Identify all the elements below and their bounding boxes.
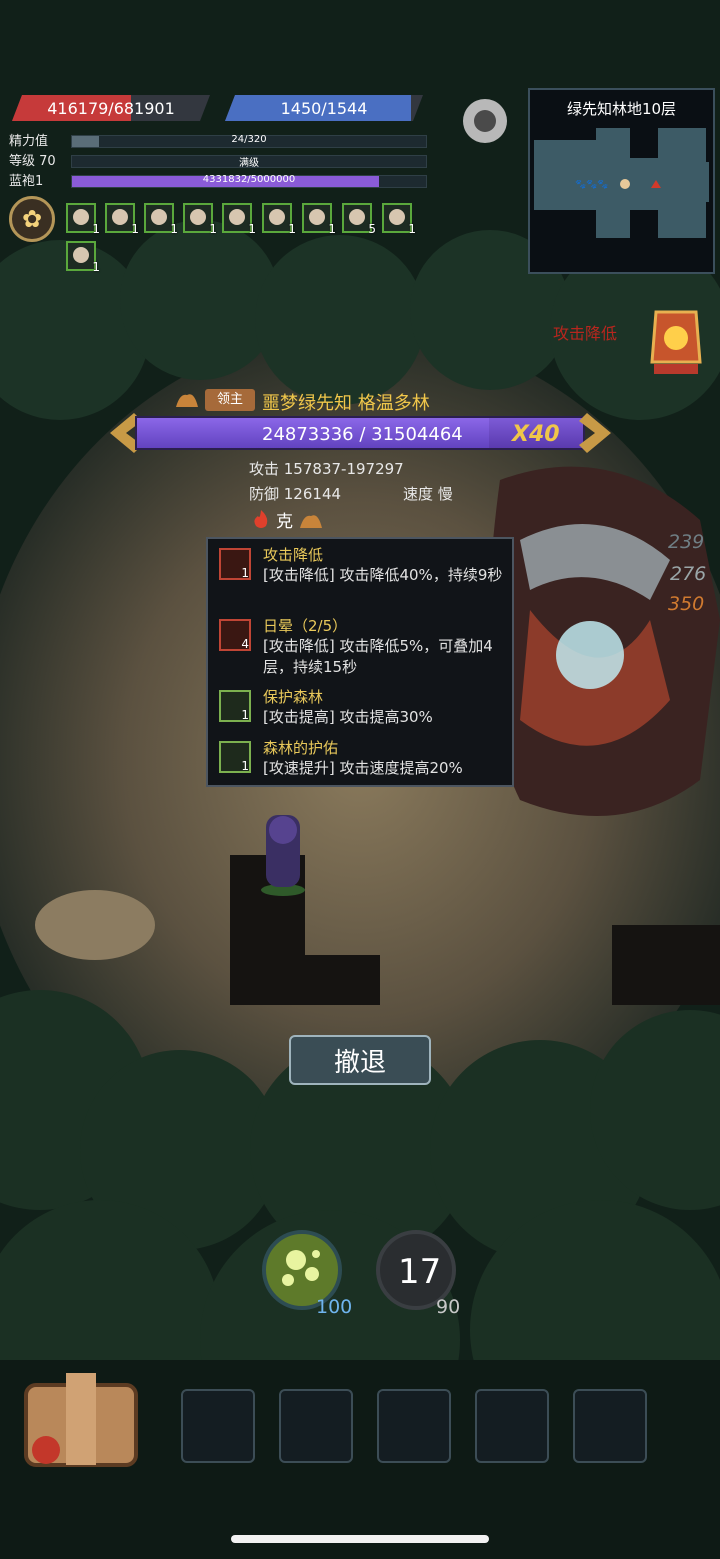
gear-emblem-icon[interactable] [458,93,512,149]
buff-title: 保护森林 [263,688,324,706]
energy-value: 24/320 [231,134,267,145]
star-medal-icon[interactable]: 1 [183,203,217,236]
buff-glyph [389,209,405,225]
level-bar: 满级 [71,155,427,169]
buff-count: 1 [288,222,296,236]
inventory-slot[interactable] [475,1389,549,1463]
buff-stack: 1 [241,708,249,722]
buff-glyph [190,209,206,225]
buff-title: 森林的护佑 [263,739,339,757]
boss-tag: 领主 [205,389,255,411]
sword-up-icon: 1 [219,690,251,722]
shield-cup-icon[interactable]: 1 [66,241,100,274]
star-medal-icon[interactable]: 1 [105,203,139,236]
backpack-icon[interactable] [16,1365,144,1475]
spore-skill-count: 100 [316,1296,353,1318]
boss-sprite [488,466,720,816]
buff-count: 1 [209,222,217,236]
buff-desc: [攻速提升] 攻击速度提高20% [263,759,463,777]
buff-count: 5 [368,222,376,236]
buff-count: 1 [248,222,256,236]
buff-count: 1 [92,222,100,236]
buff-glyph [112,209,128,225]
damage-number: 350 [668,593,705,615]
buff-desc: [攻击提高] 攻击提高30% [263,708,433,726]
buff-desc: [攻击降低] 攻击降低5%，可叠加4层，持续15秒 [263,637,493,676]
retreat-button[interactable]: 撤退 [289,1035,431,1085]
boss-defense: 防御 126144 [249,485,342,503]
inventory-slot[interactable] [279,1389,353,1463]
damage-number: 276 [670,563,707,585]
level-row: 等级 70 [9,151,56,169]
buff-glyph [349,209,365,225]
buff-stack: 1 [241,566,249,580]
mp-bar: 1450/1544 [225,95,423,121]
shield-skill-count: 90 [436,1296,461,1318]
boss-multiplier: X40 [512,422,560,447]
buff-glyph [73,209,89,225]
fire-element-icon [250,508,272,530]
attack-down-icon: 1 [219,548,251,580]
buff-glyph [269,209,285,225]
lantern-icon[interactable] [646,292,706,378]
buff-glyph [151,209,167,225]
boss-speed: 速度 慢 [403,485,453,503]
level-label: 等级 70 [9,154,56,169]
counter-label: 克 [276,512,293,532]
buff-title: 日晕（2/5） [263,617,348,635]
buff-title: 攻击降低 [263,546,324,564]
speed-up-icon: 1 [219,741,251,773]
minimap[interactable]: 绿先知林地10层 🐾🐾🐾 [528,88,715,274]
hp-bar: 416179/681901 [12,95,210,121]
damage-number: 239 [668,531,705,553]
boss-buff-tooltip: 1 攻击降低 [攻击降低] 攻击降低40%，持续9秒 4 日晕（2/5） [攻击… [206,537,514,787]
star-medal-icon[interactable]: 1 [144,203,178,236]
egg-icon[interactable]: 1 [302,203,336,236]
hp-text: 416179/681901 [47,98,175,118]
attack-down-icon: 4 [219,619,251,651]
game-scene: 416179/681901 1450/1544 精力值 24/320 等级 70… [0,0,720,1559]
buff-count: 1 [92,260,100,274]
energy-label: 精力值 [9,134,49,149]
boss-bar-right-ornament [571,411,617,455]
energy-row: 精力值 [9,131,49,149]
boss-attack: 攻击 157837-197297 [249,460,404,478]
portrait-icon[interactable]: 5 [342,203,376,236]
boss-name: 噩梦绿先知 格温多林 [262,393,430,414]
floating-status: 攻击降低 [553,324,618,343]
buff-stack: 1 [241,759,249,773]
mp-text: 1450/1544 [280,98,368,118]
shield-icon[interactable]: 1 [382,203,416,236]
star-medal-icon[interactable]: 1 [66,203,100,236]
energy-bar: 24/320 [71,134,427,148]
pet-paw-icon[interactable]: ✿ [9,196,55,242]
earth-element-icon [174,389,200,409]
shield-skill-number: 17 [398,1252,442,1292]
svg-text:🐾🐾🐾: 🐾🐾🐾 [575,179,609,190]
level-value: 满级 [239,158,259,169]
buff-count: 1 [328,222,336,236]
robe-value: 4331832/5000000 [202,174,296,185]
robe-label: 蓝袍1 [9,174,44,189]
robe-row: 蓝袍1 [9,171,44,189]
buff-stack: 4 [241,637,249,651]
buff-count: 1 [408,222,416,236]
buff-glyph [229,209,245,225]
shield-cup-icon[interactable]: 1 [262,203,296,236]
inventory-slot[interactable] [181,1389,255,1463]
inventory-slot[interactable] [377,1389,451,1463]
inventory-slot[interactable] [573,1389,647,1463]
buff-glyph [73,247,89,263]
minimap-map: 🐾🐾🐾 [534,128,709,238]
buff-desc: [攻击降低] 攻击降低40%，持续9秒 [263,566,503,584]
buff-glyph [309,209,325,225]
boss-hp-text: 24873336 / 31504464 [262,424,463,445]
star-medal-icon[interactable]: 1 [222,203,256,236]
robe-bar: 4331832/5000000 [71,174,427,188]
home-indicator[interactable] [231,1535,489,1543]
earth-counter-icon [298,510,324,530]
buff-count: 1 [170,222,178,236]
buff-count: 1 [131,222,139,236]
